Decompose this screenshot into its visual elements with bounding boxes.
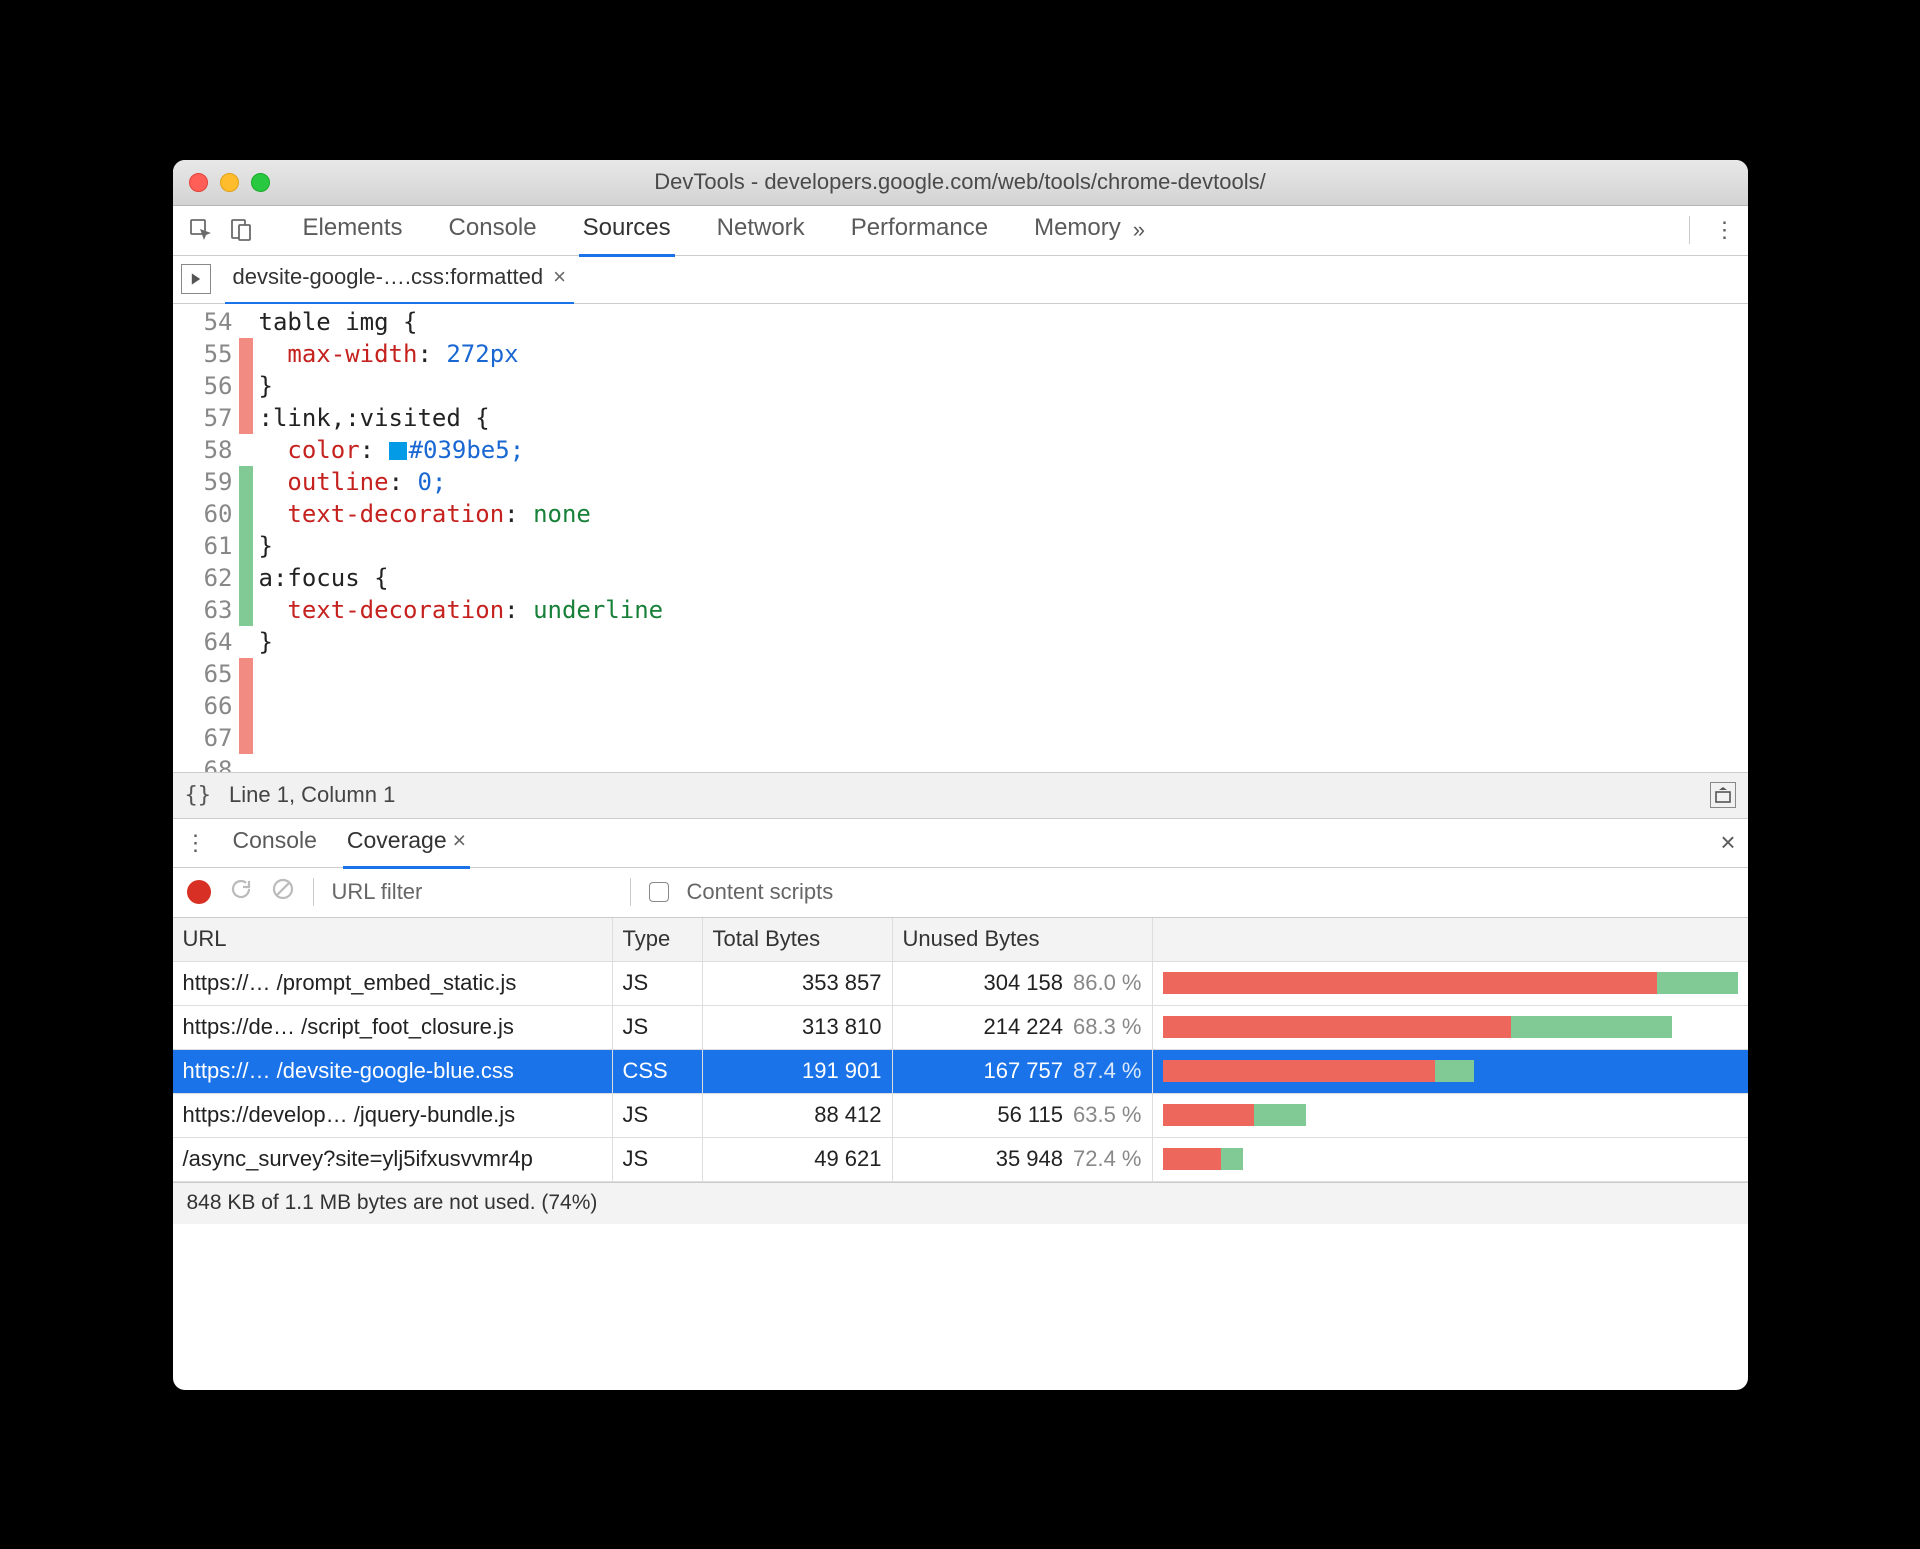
coverage-row[interactable]: https://de… /script_foot_closure.jsJS313… — [173, 1006, 1748, 1050]
coverage-toolbar: URL filter Content scripts — [173, 868, 1748, 918]
inspect-element-icon[interactable] — [185, 214, 217, 246]
coverage-gutter — [239, 304, 253, 772]
record-button[interactable] — [187, 880, 211, 904]
cell-total: 313 810 — [703, 1006, 893, 1049]
coverage-row[interactable]: https://… /devsite-google-blue.cssCSS191… — [173, 1050, 1748, 1094]
file-tab-label: devsite-google-….css:formatted — [233, 264, 544, 290]
devtools-window: DevTools - developers.google.com/web/too… — [173, 160, 1748, 1390]
content-scripts-label: Content scripts — [687, 879, 834, 905]
reload-button[interactable] — [229, 877, 253, 907]
content-scripts-checkbox[interactable] — [649, 882, 669, 902]
drawer-menu-button[interactable]: ⋮ — [185, 830, 207, 856]
cell-url: https://… /prompt_embed_static.js — [173, 962, 613, 1005]
editor-statusbar: {} Line 1, Column 1 — [173, 772, 1748, 818]
separator — [1689, 216, 1690, 244]
toggle-drawer-button[interactable] — [1710, 782, 1736, 808]
cell-unused: 304 15886.0 % — [893, 962, 1153, 1005]
tab-elements[interactable]: Elements — [299, 204, 407, 257]
cell-total: 88 412 — [703, 1094, 893, 1137]
cell-url: https://develop… /jquery-bundle.js — [173, 1094, 613, 1137]
cell-unused: 56 11563.5 % — [893, 1094, 1153, 1137]
coverage-summary: 848 KB of 1.1 MB bytes are not used. (74… — [173, 1182, 1748, 1224]
tab-performance[interactable]: Performance — [847, 204, 992, 257]
coverage-row[interactable]: /async_survey?site=ylj5ifxusvvmr4pJS49 6… — [173, 1138, 1748, 1182]
clear-button[interactable] — [271, 877, 295, 907]
coverage-row[interactable]: https://develop… /jquery-bundle.jsJS88 4… — [173, 1094, 1748, 1138]
cell-total: 191 901 — [703, 1050, 893, 1093]
tab-console[interactable]: Console — [445, 204, 541, 257]
drawer-tabbar: ⋮ Console Coverage× × — [173, 818, 1748, 868]
cursor-position: Line 1, Column 1 — [229, 782, 395, 808]
coverage-table-header: URL Type Total Bytes Unused Bytes — [173, 918, 1748, 962]
window-title: DevTools - developers.google.com/web/too… — [173, 169, 1748, 195]
main-menu-button[interactable]: ⋮ — [1714, 217, 1736, 243]
line-number-gutter: 545556575859606162636465666768 — [173, 304, 239, 772]
cell-type: JS — [613, 1094, 703, 1137]
file-tab[interactable]: devsite-google-….css:formatted × — [225, 254, 574, 305]
code-content[interactable]: table img { max-width: 272px}:link,:visi… — [253, 304, 664, 772]
cell-url: /async_survey?site=ylj5ifxusvvmr4p — [173, 1138, 613, 1181]
cell-unused: 214 22468.3 % — [893, 1006, 1153, 1049]
cell-bar — [1153, 962, 1748, 1005]
drawer-tab-coverage[interactable]: Coverage× — [343, 817, 470, 869]
col-type[interactable]: Type — [613, 918, 703, 961]
url-filter-input[interactable]: URL filter — [332, 879, 612, 905]
col-total[interactable]: Total Bytes — [703, 918, 893, 961]
close-drawer-tab-button[interactable]: × — [453, 827, 466, 853]
cell-unused: 35 94872.4 % — [893, 1138, 1153, 1181]
col-url[interactable]: URL — [173, 918, 613, 961]
cell-bar — [1153, 1138, 1748, 1181]
separator — [313, 878, 314, 906]
tab-network[interactable]: Network — [713, 204, 809, 257]
cell-url: https://de… /script_foot_closure.js — [173, 1006, 613, 1049]
col-bar — [1153, 918, 1748, 961]
cell-type: CSS — [613, 1050, 703, 1093]
device-toolbar-icon[interactable] — [225, 214, 257, 246]
col-unused[interactable]: Unused Bytes — [893, 918, 1153, 961]
separator — [630, 878, 631, 906]
cell-total: 353 857 — [703, 962, 893, 1005]
drawer-tab-console[interactable]: Console — [229, 817, 321, 869]
cell-type: JS — [613, 1006, 703, 1049]
show-navigator-button[interactable] — [181, 264, 211, 294]
cell-type: JS — [613, 1138, 703, 1181]
cell-total: 49 621 — [703, 1138, 893, 1181]
tab-sources[interactable]: Sources — [579, 204, 675, 257]
coverage-row[interactable]: https://… /prompt_embed_static.jsJS353 8… — [173, 962, 1748, 1006]
pretty-print-button[interactable]: {} — [185, 783, 212, 808]
cell-bar — [1153, 1050, 1748, 1093]
close-file-tab-button[interactable]: × — [553, 264, 566, 290]
main-tabbar: Elements Console Sources Network Performance… — [173, 206, 1748, 256]
cell-unused: 167 75787.4 % — [893, 1050, 1153, 1093]
titlebar: DevTools - developers.google.com/web/too… — [173, 160, 1748, 206]
tab-memory[interactable]: Memory — [1030, 204, 1125, 257]
cell-bar — [1153, 1006, 1748, 1049]
file-tabbar: devsite-google-….css:formatted × — [173, 256, 1748, 304]
cell-type: JS — [613, 962, 703, 1005]
close-drawer-button[interactable]: × — [1720, 827, 1735, 858]
source-editor[interactable]: 545556575859606162636465666768 table img… — [173, 304, 1748, 772]
more-tabs-button[interactable]: » — [1133, 217, 1145, 243]
cell-url: https://… /devsite-google-blue.css — [173, 1050, 613, 1093]
coverage-table: URL Type Total Bytes Unused Bytes https:… — [173, 918, 1748, 1390]
cell-bar — [1153, 1094, 1748, 1137]
